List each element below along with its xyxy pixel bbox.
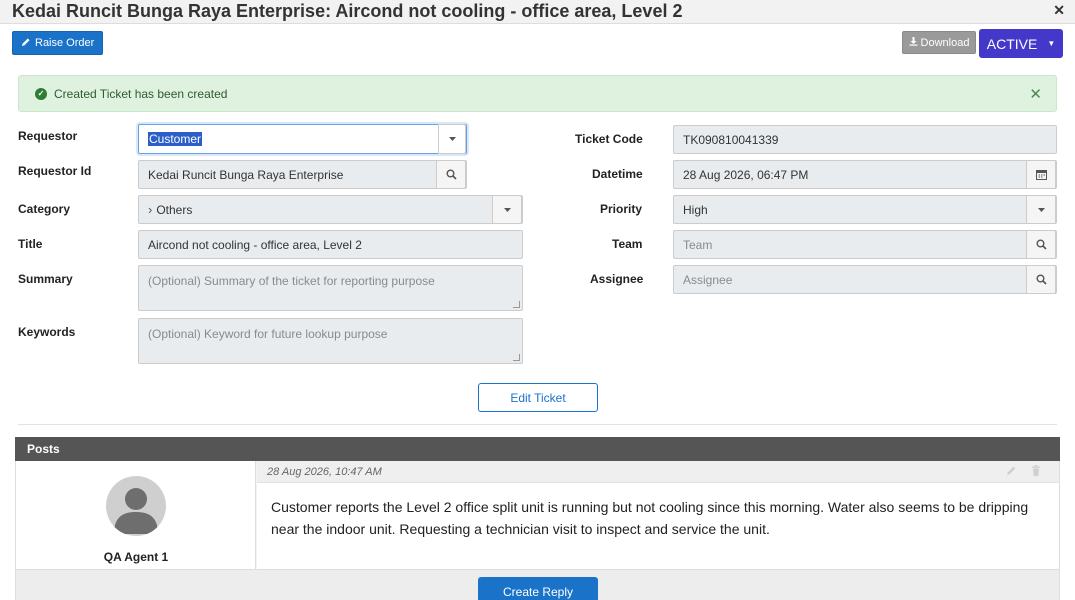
- status-label: ACTIVE: [986, 35, 1038, 52]
- requestor-select[interactable]: Customer: [138, 124, 467, 154]
- search-icon[interactable]: [1026, 265, 1056, 294]
- caret-down-icon[interactable]: [438, 124, 466, 154]
- category-value: Others: [156, 202, 193, 217]
- datetime-field[interactable]: 28 Aug 2026, 06:47 PM: [673, 160, 1057, 189]
- post-item: QA Agent 1 28 Aug 2026, 10:47 AM Custome…: [15, 461, 1060, 600]
- reply-bar: Create Reply: [16, 569, 1059, 600]
- post-body: 28 Aug 2026, 10:47 AM Customer reports t…: [257, 461, 1059, 569]
- pencil-icon: [21, 37, 31, 50]
- success-alert: ✓ Created Ticket has been created ✕: [18, 75, 1057, 112]
- priority-value: High: [683, 202, 708, 217]
- priority-label: Priority: [600, 202, 643, 216]
- close-icon[interactable]: ✕: [1053, 2, 1065, 19]
- check-circle-icon: ✓: [35, 87, 47, 100]
- post-text: Customer reports the Level 2 office spli…: [271, 499, 1029, 537]
- requestor-label: Requestor: [18, 129, 78, 143]
- summary-placeholder: (Optional) Summary of the ticket for rep…: [148, 274, 435, 288]
- priority-select[interactable]: High: [673, 195, 1057, 224]
- requestor-id-field[interactable]: Kedai Runcit Bunga Raya Enterprise: [138, 160, 467, 189]
- chevron-right-icon: ›: [148, 202, 153, 217]
- divider: [18, 424, 1057, 425]
- requestor-value: Customer: [148, 132, 203, 146]
- title-label: Title: [18, 237, 43, 251]
- keywords-label: Keywords: [18, 325, 76, 339]
- post-actions: [1006, 465, 1041, 479]
- ticket-code-label: Ticket Code: [575, 132, 643, 146]
- assignee-field[interactable]: Assignee: [673, 265, 1057, 294]
- alert-message: Created Ticket has been created: [54, 86, 228, 101]
- status-dropdown-button[interactable]: ACTIVE ▼: [979, 29, 1063, 58]
- assignee-placeholder: Assignee: [683, 272, 733, 287]
- assignee-label: Assignee: [590, 272, 644, 286]
- post-author-panel: QA Agent 1: [16, 461, 256, 569]
- caret-down-icon: ▼: [1047, 39, 1056, 48]
- ticket-code-field[interactable]: TK090810041339: [673, 125, 1057, 154]
- trash-icon[interactable]: [1031, 465, 1041, 479]
- window-titlebar: Kedai Runcit Bunga Raya Enterprise: Airc…: [0, 0, 1075, 24]
- team-placeholder: Team: [683, 237, 713, 252]
- window-title: Kedai Runcit Bunga Raya Enterprise: Airc…: [12, 1, 683, 21]
- caret-down-icon[interactable]: [492, 195, 522, 224]
- requestor-id-value: Kedai Runcit Bunga Raya Enterprise: [148, 167, 344, 182]
- ticket-code-value: TK090810041339: [683, 132, 779, 147]
- search-icon[interactable]: [436, 160, 466, 189]
- download-icon: [909, 36, 918, 49]
- post-timestamp: 28 Aug 2026, 10:47 AM: [267, 465, 382, 478]
- create-reply-button[interactable]: Create Reply: [478, 577, 598, 600]
- download-label: Download: [920, 36, 970, 49]
- resize-grip-icon[interactable]: [513, 301, 520, 308]
- edit-post-icon[interactable]: [1006, 465, 1017, 479]
- datetime-label: Datetime: [592, 167, 643, 181]
- resize-grip-icon[interactable]: [513, 354, 520, 361]
- search-icon[interactable]: [1026, 230, 1056, 259]
- caret-down-icon[interactable]: [1026, 195, 1056, 224]
- post-author-name: QA Agent 1: [103, 550, 169, 564]
- team-field[interactable]: Team: [673, 230, 1057, 259]
- raise-order-label: Raise Order: [35, 37, 95, 49]
- datetime-value: 28 Aug 2026, 06:47 PM: [683, 167, 809, 182]
- posts-heading: Posts: [27, 442, 60, 456]
- summary-textarea[interactable]: (Optional) Summary of the ticket for rep…: [138, 265, 523, 311]
- post-meta: 28 Aug 2026, 10:47 AM: [257, 461, 1059, 483]
- user-avatar-icon: [106, 476, 166, 536]
- edit-ticket-button[interactable]: Edit Ticket: [478, 383, 598, 412]
- summary-label: Summary: [18, 272, 73, 286]
- category-select[interactable]: › Others: [138, 195, 523, 224]
- download-button[interactable]: Download: [902, 31, 976, 54]
- category-label: Category: [18, 202, 71, 216]
- posts-header: Posts: [15, 437, 1060, 461]
- requestor-id-label: Requestor Id: [18, 164, 92, 178]
- calendar-icon[interactable]: [1026, 160, 1056, 189]
- alert-close-icon[interactable]: ✕: [1029, 85, 1042, 103]
- raise-order-button[interactable]: Raise Order: [12, 31, 104, 55]
- team-label: Team: [612, 237, 643, 251]
- title-value: Aircond not cooling - office area, Level…: [148, 237, 362, 252]
- keywords-placeholder: (Optional) Keyword for future lookup pur…: [148, 327, 388, 341]
- title-field[interactable]: Aircond not cooling - office area, Level…: [138, 230, 523, 259]
- keywords-textarea[interactable]: (Optional) Keyword for future lookup pur…: [138, 318, 523, 364]
